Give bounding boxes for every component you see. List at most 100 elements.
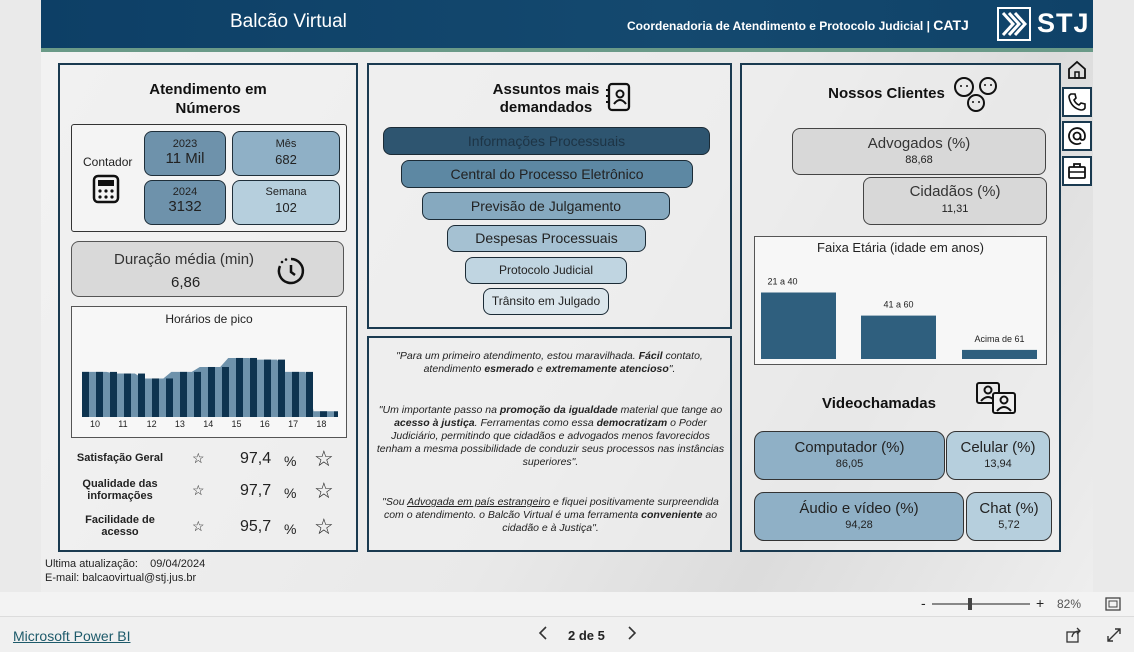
briefcase-nav-button[interactable] (1062, 156, 1092, 186)
horarios-stripe (222, 366, 229, 417)
quote-fragment: ". (668, 363, 676, 375)
horarios-hour-label: 13 (174, 419, 185, 429)
quote-fragment: "Um importante passo na (378, 404, 500, 416)
contador-semana-label: Semana (265, 186, 307, 198)
satisfacao-label: Facilidade de acesso (85, 514, 155, 538)
cidadaos-value: 11,31 (941, 203, 969, 215)
atendimento-title: Atendimento em Números (60, 80, 356, 118)
faixa-bar (761, 292, 836, 359)
zoom-slider-thumb[interactable] (968, 598, 972, 610)
contador-2023: 2023 11 Mil (144, 131, 226, 176)
satisfacao-value: 97,4 (240, 450, 272, 467)
home-icon (1068, 60, 1086, 79)
contador-2024: 2024 3132 (144, 180, 226, 225)
people-icon (954, 77, 997, 112)
contador-label: Contador (83, 155, 133, 169)
horarios-stripe (124, 373, 131, 417)
home-nav-button[interactable] (1063, 55, 1091, 85)
faixa-bar-label: 21 a 40 (767, 277, 797, 287)
faixa-bar-label: 41 a 60 (883, 300, 913, 310)
computador-value: 86,05 (835, 458, 864, 470)
assuntos-title-line2: demandados (499, 99, 593, 116)
phone-nav-button[interactable] (1062, 87, 1092, 117)
faixa-etaria-chart: Faixa Etária (idade em anos) 21 a 40 41 a… (754, 236, 1047, 365)
horarios-hour-label: 14 (203, 419, 214, 429)
horarios-stripe (138, 373, 145, 417)
assunto-item: Trânsito em Julgado (483, 288, 609, 315)
horarios-hour-label: 16 (259, 419, 270, 429)
fit-page-icon[interactable] (1105, 597, 1121, 611)
horarios-stripe (306, 371, 313, 417)
audio-video-card: Áudio e vídeo (%) 94,28 (754, 492, 964, 541)
chat-value: 5,72 (998, 519, 1020, 531)
stj-logo-icon (997, 7, 1031, 41)
report-title: Balcão Virtual (230, 11, 347, 32)
satisfacao-unit: % (284, 521, 297, 537)
duracao-value: 6,86 (171, 274, 201, 291)
assunto-item: Informações Processuais (383, 127, 710, 155)
horarios-hour-label: 10 (90, 419, 101, 429)
horarios-stripe (334, 411, 338, 417)
assunto-item: Central do Processo Eletrônico (401, 160, 693, 188)
star-rating-icon: ☆ (314, 514, 334, 539)
contador-mes: Mês 682 (232, 131, 340, 176)
assuntos-title: Assuntos mais demandados (471, 81, 621, 117)
at-sign-icon (1068, 127, 1086, 145)
contador-2024-label: 2024 (172, 186, 198, 198)
prev-page-button[interactable] (537, 625, 549, 646)
satisfacao-label: Satisfação Geral (76, 452, 164, 464)
quote-fragment: democratizam (596, 417, 668, 429)
next-page-button[interactable] (626, 625, 638, 646)
stj-logo: STJ (997, 7, 1089, 41)
depoimento-3: "Sou Advogada em país estrangeiro e fiqu… (375, 496, 726, 535)
audio-video-label: Áudio e vídeo (%) (799, 500, 919, 517)
chat-label: Chat (%) (979, 500, 1039, 517)
zoom-slider[interactable] (932, 598, 1030, 610)
quote-fragment: "Sou (382, 496, 408, 508)
horarios-stripe (320, 411, 327, 417)
satisfacao-label: Qualidade das informações (82, 478, 158, 502)
update-label: Ultima atualização: (45, 558, 138, 570)
horarios-stripe (264, 359, 271, 417)
quote-fragment: . Ferramentas como essa (474, 417, 597, 429)
horarios-hour-label: 17 (288, 419, 299, 429)
chevron-left-icon (538, 626, 547, 640)
horarios-stripe (278, 359, 285, 417)
expand-icon (1107, 628, 1121, 642)
video-call-icon (976, 382, 1016, 414)
horarios-hour-label: 12 (146, 419, 157, 429)
fullscreen-button[interactable] (1106, 627, 1122, 648)
briefcase-icon (1068, 163, 1086, 179)
advogados-label: Advogados (%) (867, 135, 971, 152)
powerbi-link[interactable]: Microsoft Power BI (13, 628, 130, 644)
quote-fragment: Fácil (638, 350, 663, 362)
horarios-stripe (194, 371, 201, 417)
panel-clientes: Nossos Clientes Advogados (%) 88,68 Cida… (740, 63, 1061, 552)
chat-card: Chat (%) 5,72 (966, 492, 1052, 541)
zoom-bar: - + 82% (0, 592, 1134, 616)
contador-2023-label: 2023 (172, 138, 198, 150)
zoom-in-button[interactable]: + (1036, 595, 1044, 611)
horarios-stripe (152, 378, 159, 417)
horarios-stripe (96, 371, 103, 417)
quote-fragment: material que tange ao (617, 404, 723, 416)
zoom-out-button[interactable]: - (921, 595, 926, 611)
assunto-item: Despesas Processuais (447, 225, 646, 252)
atendimento-title-line2: Números (175, 100, 241, 117)
atendimento-title-line1: Atendimento em (149, 81, 267, 98)
quote-fragment: promoção da igualdade (499, 404, 618, 416)
panel-depoimentos: "Para um primeiro atendimento, estou mar… (367, 336, 732, 552)
audio-video-value: 94,28 (845, 519, 873, 531)
horarios-hour-label: 15 (231, 419, 242, 429)
quote-fragment: "Para um primeiro atendimento, estou mar… (396, 350, 639, 362)
report-header: Balcão Virtual Coordenadoria de Atendime… (41, 0, 1093, 48)
faixa-bar (861, 315, 936, 359)
zoom-level: 82% (1057, 597, 1082, 611)
satisfacao-unit: % (284, 485, 297, 501)
celular-label: Celular (%) (960, 439, 1036, 456)
star-outline-icon: ☆ (192, 518, 205, 534)
assuntos-title-line1: Assuntos mais (492, 81, 600, 98)
share-button[interactable] (1066, 627, 1082, 648)
email-nav-button[interactable] (1062, 121, 1092, 151)
org-short: CATJ (933, 17, 969, 33)
